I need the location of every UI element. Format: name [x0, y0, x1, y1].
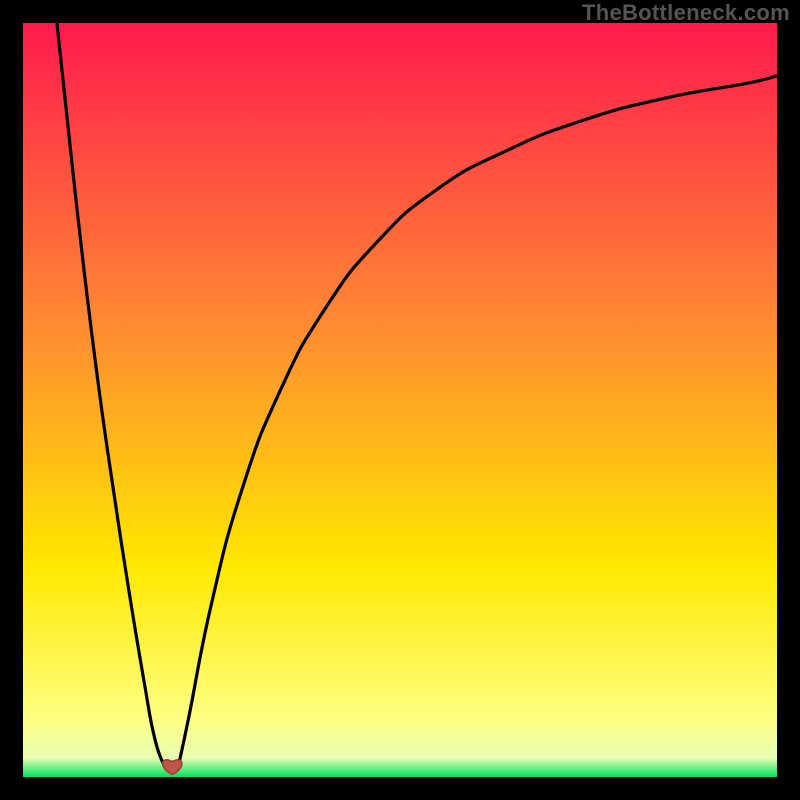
watermark-text: TheBottleneck.com — [582, 0, 790, 26]
gradient-background — [23, 23, 777, 777]
chart-frame: TheBottleneck.com — [0, 0, 800, 800]
plot-svg — [23, 23, 777, 777]
plot-area — [23, 23, 777, 777]
